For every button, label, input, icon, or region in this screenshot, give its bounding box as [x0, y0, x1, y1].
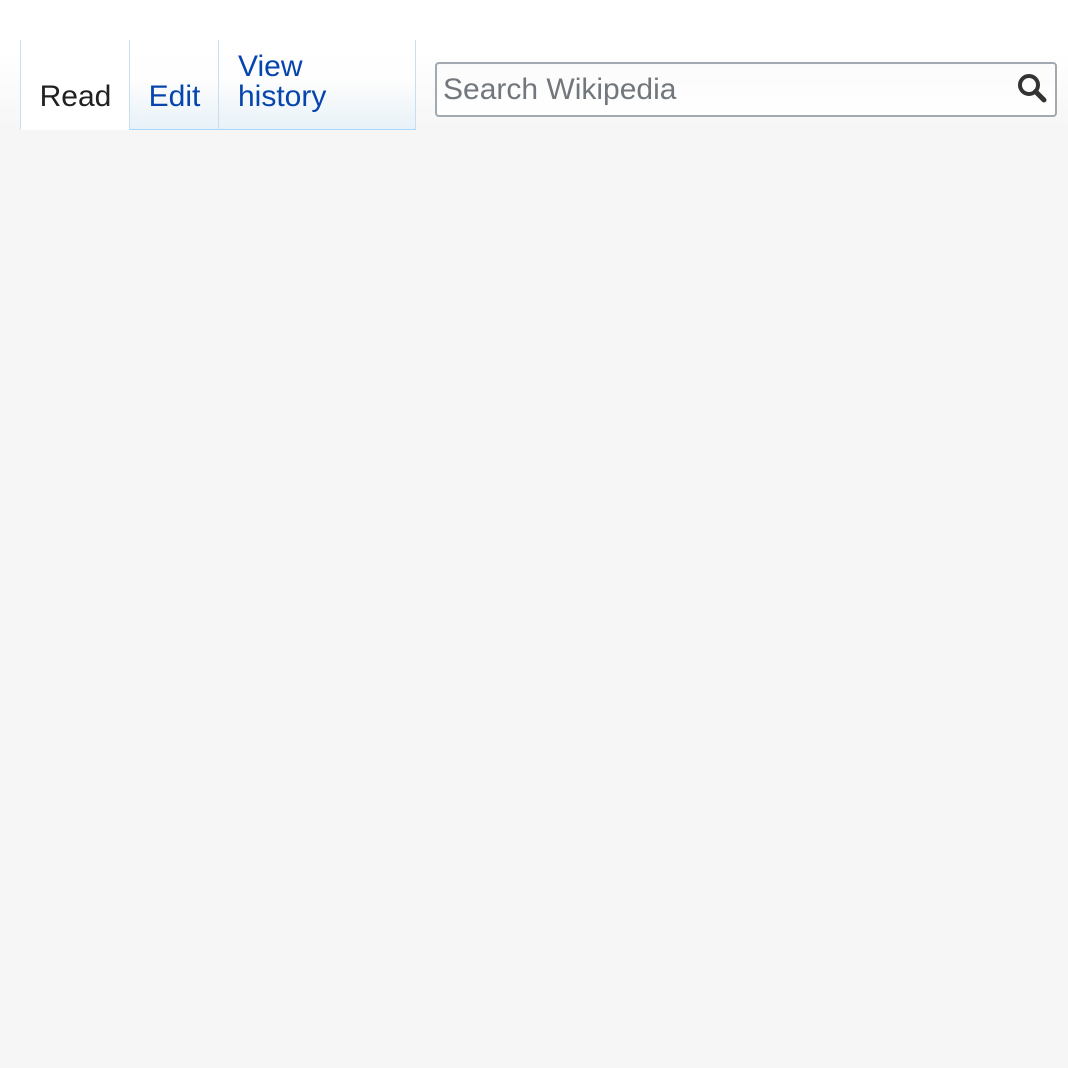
- tab-read-label: Read: [39, 80, 112, 113]
- tab-edit[interactable]: Edit: [129, 40, 218, 130]
- search-button[interactable]: [1015, 73, 1049, 107]
- page: Read Edit View history: [0, 0, 1068, 1068]
- page-actions-tabs: Read Edit View history: [20, 40, 416, 130]
- search-box: [435, 62, 1057, 117]
- tab-view-history[interactable]: View history: [218, 40, 416, 130]
- tab-view-history-label: View history: [238, 50, 327, 113]
- search-input[interactable]: [437, 64, 997, 115]
- search-icon: [1017, 73, 1047, 108]
- tab-edit-label: Edit: [148, 80, 201, 113]
- tab-read[interactable]: Read: [20, 40, 129, 130]
